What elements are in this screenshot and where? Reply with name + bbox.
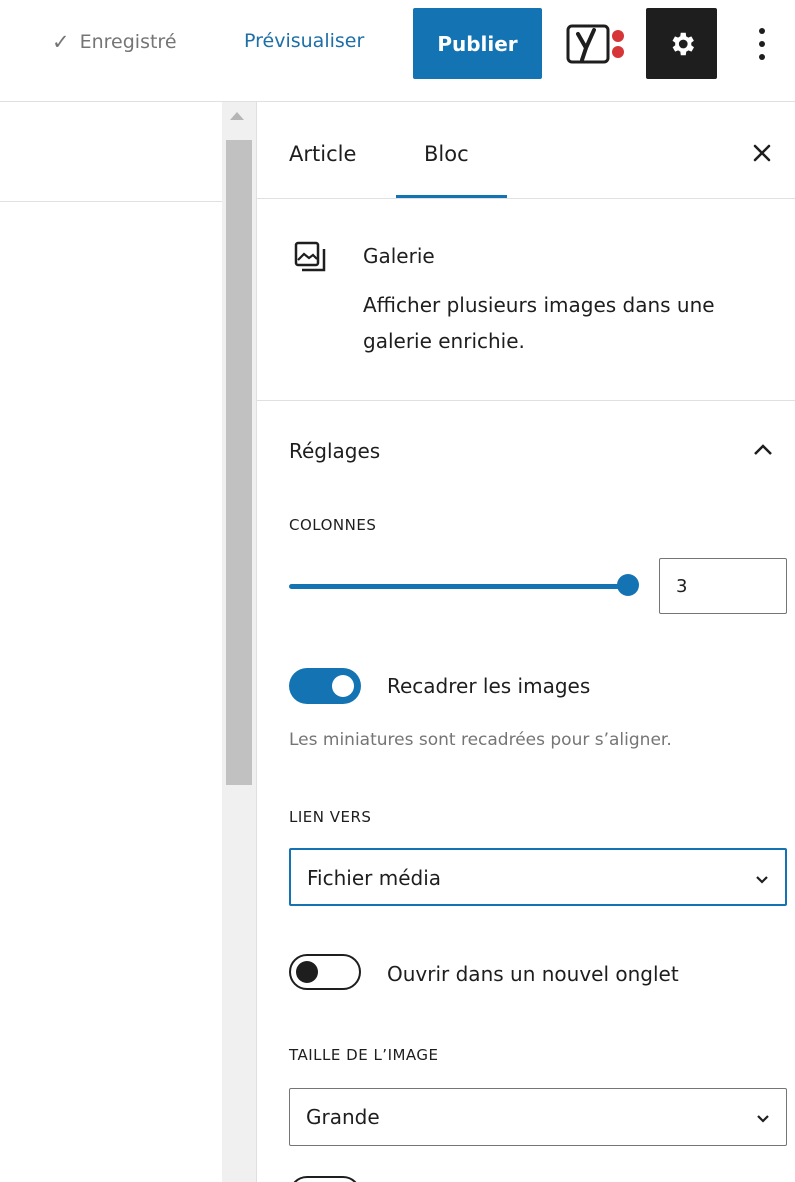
gear-icon [672, 32, 694, 55]
open-new-tab-toggle[interactable] [289, 954, 361, 990]
settings-sidebar: Article Bloc Galerie Afficher plusieurs … [256, 102, 795, 1182]
close-sidebar-button[interactable] [747, 138, 777, 168]
link-to-value: Fichier média [307, 866, 442, 890]
tab-bloc[interactable]: Bloc [424, 142, 469, 166]
partially-visible-toggle[interactable] [289, 1176, 361, 1182]
crop-images-help: Les miniatures sont recadrées pour s’ali… [289, 730, 672, 750]
tab-article[interactable]: Article [289, 142, 356, 166]
scroll-up-arrow-icon[interactable] [230, 112, 244, 120]
toggle-knob [332, 675, 354, 697]
settings-toggle-button[interactable] [646, 8, 717, 79]
link-to-label: LIEN VERS [289, 808, 372, 826]
settings-panel-title[interactable]: Réglages [289, 439, 380, 463]
open-new-tab-label[interactable]: Ouvrir dans un nouvel onglet [387, 962, 679, 986]
image-size-value: Grande [306, 1105, 380, 1129]
vertical-ellipsis-icon [759, 28, 765, 60]
more-options-button[interactable] [742, 20, 782, 68]
chevron-down-icon [757, 1115, 769, 1123]
block-description: Afficher plusieurs images dans une galer… [363, 293, 715, 353]
columns-label: COLONNES [289, 516, 377, 534]
block-card-divider [257, 400, 795, 401]
columns-number-input[interactable] [659, 558, 787, 614]
chevron-down-icon [756, 876, 768, 884]
toggle-knob [296, 961, 318, 983]
scrollbar-thumb[interactable] [226, 140, 252, 785]
yoast-logo-icon [566, 24, 624, 64]
saved-status: ✓ Enregistré [52, 30, 177, 54]
tabs-divider [257, 198, 795, 199]
link-to-select[interactable]: Fichier média [289, 848, 787, 906]
image-size-label: TAILLE DE L’IMAGE [289, 1046, 439, 1064]
publish-button[interactable]: Publier [413, 8, 542, 79]
chevron-up-icon [754, 444, 772, 455]
editor-header: ✓ Enregistré Prévisualiser Publier [0, 0, 795, 86]
check-icon: ✓ [52, 30, 70, 54]
close-icon [753, 144, 771, 162]
editor-divider [0, 201, 222, 202]
gallery-icon [293, 240, 327, 274]
yoast-seo-button[interactable] [564, 20, 630, 68]
columns-slider-track[interactable] [289, 584, 629, 589]
crop-images-toggle[interactable] [289, 668, 361, 704]
collapse-panel-button[interactable] [749, 438, 777, 462]
crop-images-label[interactable]: Recadrer les images [387, 674, 590, 698]
preview-button[interactable]: Prévisualiser [244, 30, 364, 52]
image-size-select[interactable]: Grande [289, 1088, 787, 1146]
saved-label: Enregistré [79, 31, 177, 53]
columns-slider-thumb[interactable] [617, 574, 639, 596]
block-title: Galerie [363, 244, 435, 268]
